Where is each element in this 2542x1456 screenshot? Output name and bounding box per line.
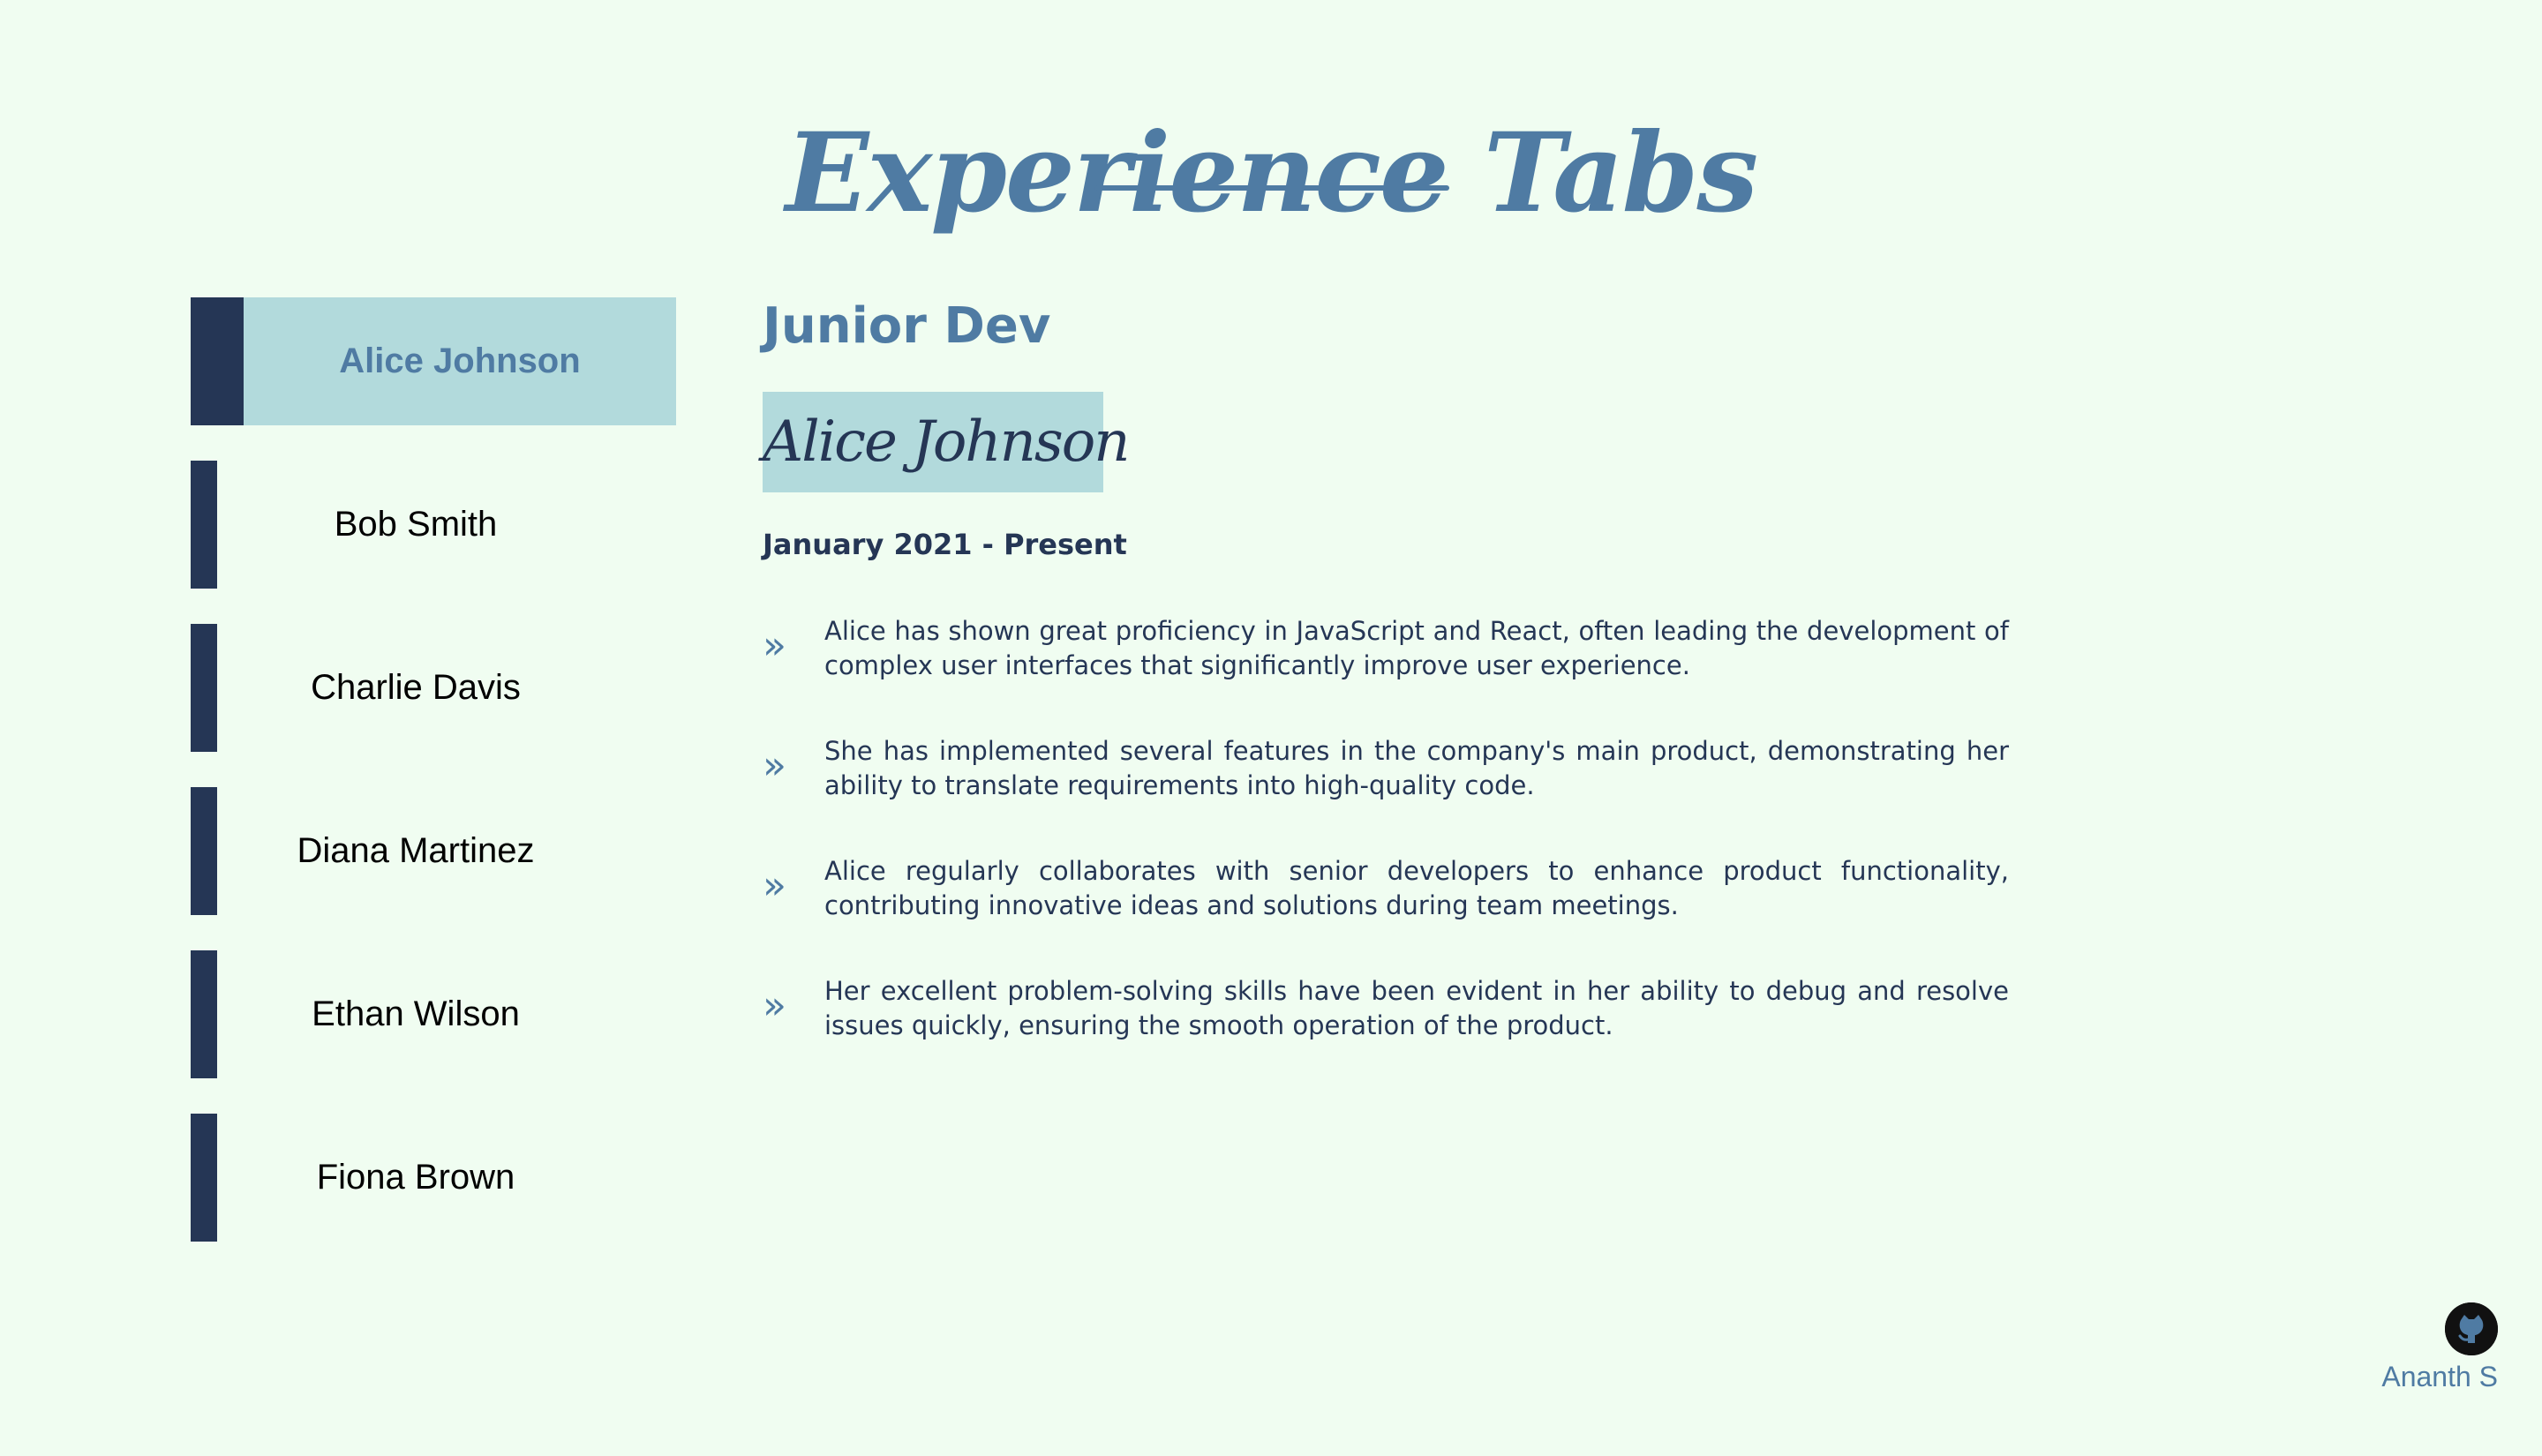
tab-indicator-bar xyxy=(191,624,217,752)
achievement-list: » Alice has shown great proficiency in J… xyxy=(763,614,2009,1094)
list-item: » Her excellent problem-solving skills h… xyxy=(763,974,2009,1094)
tab-indicator-bar xyxy=(191,950,217,1078)
double-chevron-right-icon: » xyxy=(763,863,786,908)
job-title: Junior Dev xyxy=(763,297,1051,355)
person-tablist: Alice Johnson Bob Smith Charlie Davis Di… xyxy=(191,297,676,1277)
tab-label: Fiona Brown xyxy=(316,1158,515,1197)
tab-indicator-bar xyxy=(191,1114,217,1242)
title-underline xyxy=(1094,185,1449,191)
tab-alice-johnson[interactable]: Alice Johnson xyxy=(191,297,676,425)
person-name-badge: Alice Johnson xyxy=(763,392,1130,492)
double-chevron-right-icon: » xyxy=(763,623,786,668)
employment-period: January 2021 - Present xyxy=(763,528,1127,561)
tab-indicator-bar xyxy=(191,297,244,425)
tab-label: Charlie Davis xyxy=(311,668,521,707)
experience-panel: Junior Dev Alice Johnson January 2021 - … xyxy=(763,291,2009,1040)
list-item-text: She has implemented several features in … xyxy=(824,736,2009,800)
list-item-text: Alice has shown great proficiency in Jav… xyxy=(824,616,2009,680)
page-title: Experience Tabs xyxy=(785,109,1758,238)
tab-ethan-wilson[interactable]: Ethan Wilson xyxy=(191,950,676,1078)
tab-label: Bob Smith xyxy=(334,505,498,544)
tab-label: Diana Martinez xyxy=(297,831,535,870)
author-link[interactable]: Ananth S xyxy=(2381,1361,2498,1393)
tab-diana-martinez[interactable]: Diana Martinez xyxy=(191,787,676,915)
list-item: » Alice regularly collaborates with seni… xyxy=(763,854,2009,974)
tab-charlie-davis[interactable]: Charlie Davis xyxy=(191,624,676,752)
list-item: » Alice has shown great proficiency in J… xyxy=(763,614,2009,734)
double-chevron-right-icon: » xyxy=(763,743,786,788)
tab-label: Alice Johnson xyxy=(339,341,581,380)
list-item-text: Her excellent problem-solving skills hav… xyxy=(824,976,2009,1040)
tab-fiona-brown[interactable]: Fiona Brown xyxy=(191,1114,676,1242)
list-item: » She has implemented several features i… xyxy=(763,734,2009,854)
tab-label: Ethan Wilson xyxy=(312,994,520,1033)
tab-indicator-bar xyxy=(191,787,217,915)
double-chevron-right-icon: » xyxy=(763,983,786,1028)
tab-indicator-bar xyxy=(191,461,217,589)
list-item-text: Alice regularly collaborates with senior… xyxy=(824,856,2009,920)
github-icon[interactable] xyxy=(2445,1302,2498,1355)
tab-bob-smith[interactable]: Bob Smith xyxy=(191,461,676,589)
